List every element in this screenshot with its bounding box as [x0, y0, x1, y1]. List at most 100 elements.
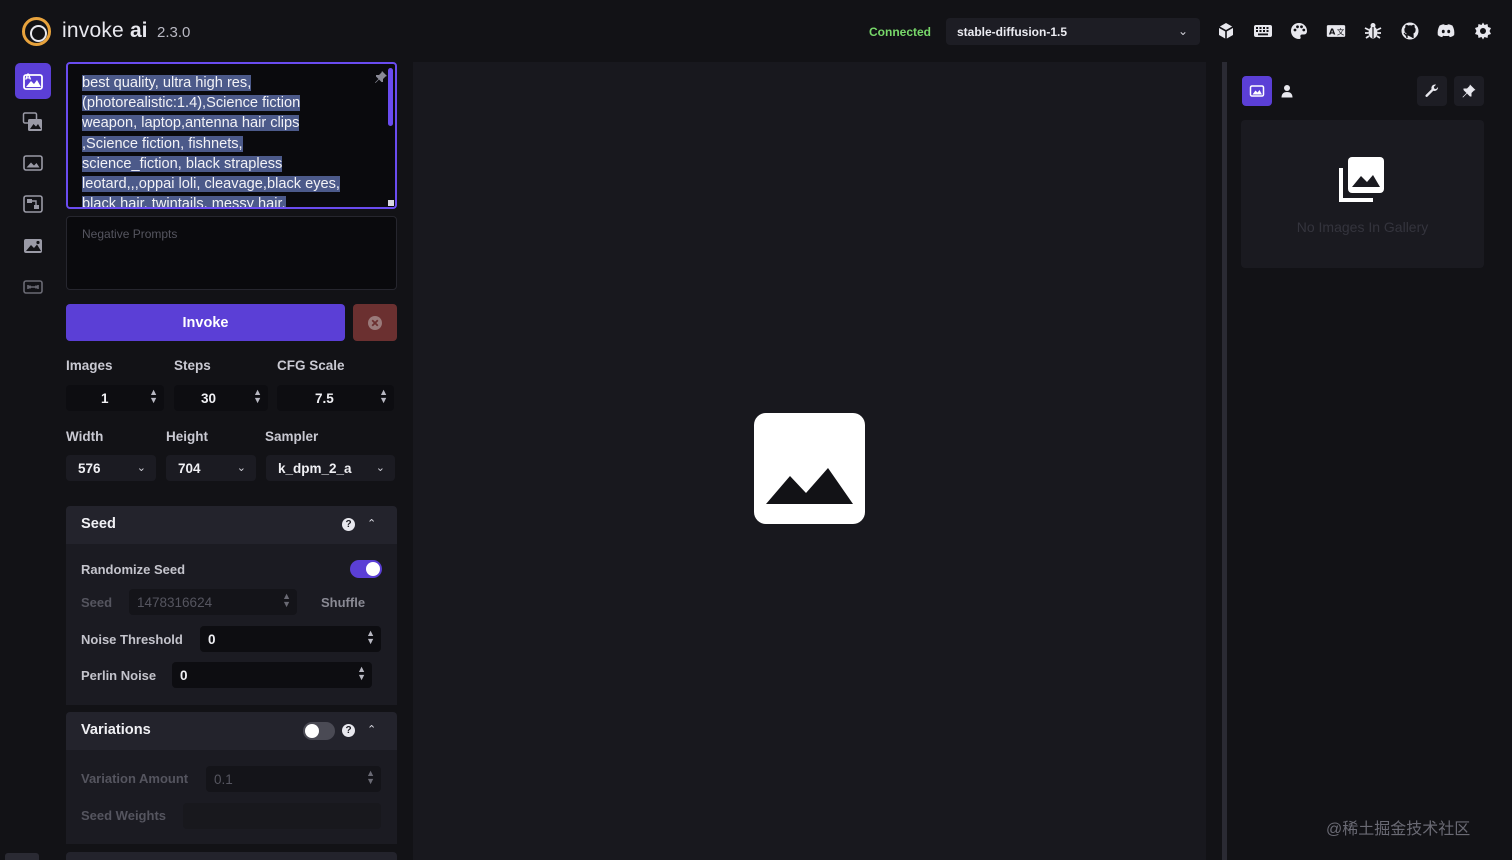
- seed-input[interactable]: 1478316624 ▲ ▼: [129, 589, 297, 615]
- randomize-seed-label: Randomize Seed: [81, 562, 186, 577]
- keyboard-icon[interactable]: [1252, 20, 1274, 42]
- training-tab[interactable]: [15, 269, 51, 305]
- prompt-line: black hair, twintails, messy hair,: [82, 196, 286, 207]
- language-icon[interactable]: A文: [1325, 20, 1347, 42]
- sampler-label: Sampler: [265, 429, 319, 444]
- stepper-icon[interactable]: ▲ ▼: [357, 665, 366, 682]
- model-manager-icon[interactable]: [1215, 20, 1237, 42]
- gallery-settings-button[interactable]: [1417, 76, 1447, 106]
- nodes-icon: [23, 195, 43, 213]
- prompt-line: (photorealistic:1.4),Science fiction: [82, 95, 301, 112]
- github-icon[interactable]: [1399, 20, 1421, 42]
- resize-handle[interactable]: [388, 200, 394, 206]
- perlin-noise-input[interactable]: 0 ▲ ▼: [172, 662, 372, 688]
- help-icon[interactable]: ?: [342, 724, 355, 737]
- variation-amount-input[interactable]: 0.1 ▲ ▼: [206, 766, 381, 792]
- chevron-down-icon: ⌄: [375, 462, 385, 474]
- stepper-icon[interactable]: ▲ ▼: [366, 629, 375, 646]
- invoke-button[interactable]: Invoke: [66, 304, 345, 341]
- prompt-line: weapon, laptop,antenna hair clips: [82, 115, 300, 132]
- chevron-up-icon[interactable]: ⌃: [367, 723, 376, 736]
- variations-toggle[interactable]: [303, 722, 335, 740]
- gallery-empty-text: No Images In Gallery: [1296, 219, 1429, 235]
- chevron-down-icon: ⌄: [1177, 24, 1188, 38]
- model-select[interactable]: stable-diffusion-1.5 ⌄: [946, 18, 1200, 45]
- cfg-scale-value: 7.5: [315, 391, 334, 406]
- prompt-scrollbar[interactable]: [388, 68, 393, 126]
- help-icon[interactable]: ?: [342, 518, 355, 531]
- pin-icon[interactable]: [374, 70, 388, 84]
- height-select[interactable]: 704 ⌄: [166, 455, 256, 481]
- text-to-image-tab[interactable]: A: [15, 63, 51, 99]
- app-version: 2.3.0: [157, 24, 191, 41]
- next-accordion-header[interactable]: [66, 852, 397, 860]
- training-icon: [23, 280, 43, 294]
- mode-rail: A: [0, 62, 58, 860]
- stepper-icon[interactable]: ▲ ▼: [366, 769, 375, 786]
- app-name: invoke: [62, 19, 124, 42]
- variations-accordion-header[interactable]: Variations ? ⌃: [66, 712, 397, 750]
- palette-icon[interactable]: [1288, 20, 1310, 42]
- prompt-textarea[interactable]: best quality, ultra high res, (photoreal…: [66, 62, 397, 209]
- rail-bottom-button[interactable]: [5, 853, 39, 860]
- unified-canvas-icon: [23, 155, 43, 171]
- prompt-line: best quality, ultra high res,: [82, 75, 252, 91]
- shuffle-button[interactable]: Shuffle: [321, 595, 365, 610]
- randomize-seed-toggle[interactable]: [350, 560, 382, 578]
- svg-text:A: A: [1329, 26, 1336, 36]
- images-icon: [1339, 157, 1384, 202]
- stepper-icon[interactable]: ▲ ▼: [379, 388, 388, 405]
- chevron-up-icon[interactable]: ⌃: [367, 517, 376, 530]
- wrench-icon: [1425, 84, 1439, 97]
- postprocessing-tab[interactable]: [15, 228, 51, 264]
- text-to-image-icon: A: [23, 73, 43, 90]
- variations-accordion-body: Variation Amount 0.1 ▲ ▼ Seed Weights: [66, 750, 397, 844]
- gallery-panel: No Images In Gallery: [1227, 62, 1512, 860]
- nodes-tab[interactable]: [15, 186, 51, 222]
- gallery-user-tab[interactable]: [1272, 76, 1302, 106]
- cfg-scale-input[interactable]: 7.5 ▲ ▼: [277, 385, 394, 411]
- stepper-icon[interactable]: ▲ ▼: [253, 388, 262, 405]
- image-to-image-tab[interactable]: [15, 104, 51, 140]
- variations-title: Variations: [81, 722, 151, 738]
- noise-threshold-input[interactable]: 0 ▲ ▼: [200, 626, 381, 652]
- toggle-knob: [305, 724, 319, 738]
- variation-amount-value: 0.1: [214, 772, 233, 787]
- postprocessing-icon: [24, 239, 42, 253]
- current-image-area: [413, 62, 1206, 860]
- cancel-button[interactable]: [353, 304, 397, 341]
- watermark-text: @稀土掘金技术社区: [1326, 821, 1471, 838]
- connection-status: Connected: [869, 25, 932, 39]
- seed-title: Seed: [81, 516, 116, 532]
- perlin-noise-label: Perlin Noise: [81, 668, 157, 683]
- negative-prompt-placeholder: Negative Prompts: [82, 227, 178, 241]
- svg-text:文: 文: [1337, 26, 1345, 36]
- negative-prompt-input[interactable]: Negative Prompts: [66, 216, 397, 290]
- width-select[interactable]: 576 ⌄: [66, 455, 156, 481]
- stepper-icon[interactable]: ▲ ▼: [149, 388, 158, 405]
- seed-weights-label: Seed Weights: [81, 808, 167, 823]
- perlin-noise-value: 0: [180, 668, 188, 683]
- discord-icon[interactable]: [1435, 20, 1457, 42]
- bug-icon[interactable]: [1362, 20, 1384, 42]
- images-input[interactable]: 1 ▲ ▼: [66, 385, 164, 411]
- width-value: 576: [78, 461, 101, 476]
- image-placeholder-icon: [754, 413, 865, 524]
- seed-accordion-header[interactable]: Seed ? ⌃: [66, 506, 397, 544]
- steps-value: 30: [201, 391, 217, 406]
- app-header: invoke ai 2.3.0 Connected stable-diffusi…: [0, 0, 1512, 62]
- steps-input[interactable]: 30 ▲ ▼: [174, 385, 268, 411]
- seed-value: 1478316624: [137, 595, 213, 610]
- sampler-select[interactable]: k_dpm_2_a ⌄: [266, 455, 395, 481]
- gallery-pin-button[interactable]: [1454, 76, 1484, 106]
- image-icon: [1249, 85, 1265, 97]
- cfg-scale-label: CFG Scale: [277, 358, 345, 373]
- image-to-image-icon: [22, 112, 42, 131]
- svg-text:A: A: [25, 73, 32, 82]
- stepper-icon[interactable]: ▲ ▼: [282, 592, 291, 609]
- unified-canvas-tab[interactable]: [15, 145, 51, 181]
- gallery-results-tab[interactable]: [1242, 76, 1272, 106]
- gallery-empty-state: No Images In Gallery: [1241, 120, 1484, 268]
- settings-icon[interactable]: [1472, 20, 1494, 42]
- seed-weights-input[interactable]: [183, 803, 381, 829]
